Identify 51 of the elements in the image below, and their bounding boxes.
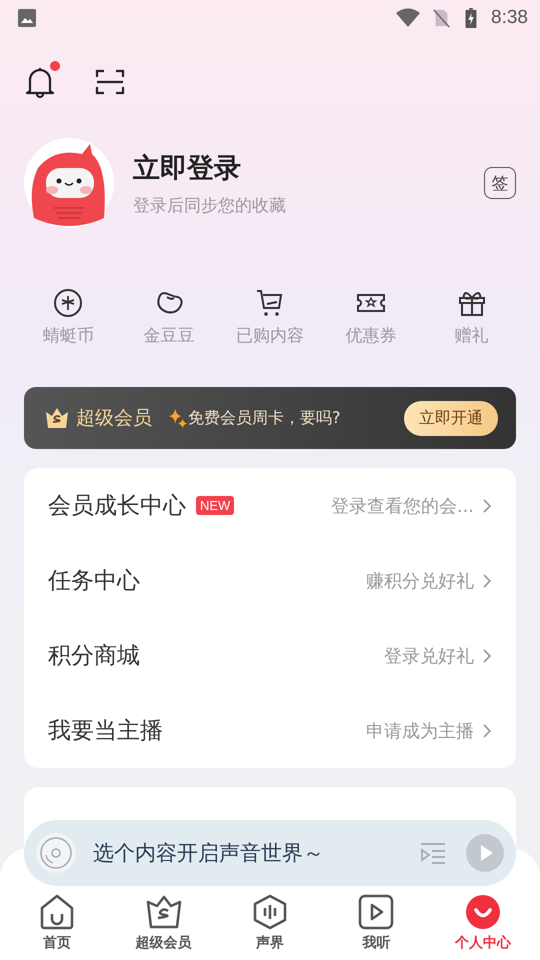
cart-icon[interactable] bbox=[254, 288, 285, 318]
login-title[interactable]: 立即登录 bbox=[133, 150, 484, 186]
crown-icon bbox=[146, 894, 182, 930]
tab[interactable]: 首页 bbox=[7, 894, 108, 952]
menu-hint: 赚积分兑好礼 bbox=[365, 570, 474, 592]
tab-label: 个人中心 bbox=[454, 934, 511, 952]
tab-label: 我听 bbox=[362, 934, 390, 952]
smile-icon bbox=[464, 894, 501, 930]
image-icon bbox=[17, 8, 37, 28]
crown-icon bbox=[44, 406, 70, 430]
bell-icon[interactable] bbox=[24, 65, 56, 99]
vip-banner[interactable]: 超级会员 免费会员周卡，要吗? 立即开通 bbox=[24, 387, 516, 449]
avatar[interactable] bbox=[24, 138, 114, 228]
menu-hint: 登录查看您的会... bbox=[330, 494, 474, 518]
wifi-icon bbox=[395, 8, 422, 28]
menu-item[interactable]: 任务中心 赚积分兑好礼 bbox=[48, 543, 492, 618]
menu-item[interactable]: 我要当主播 申请成为主播 bbox=[48, 693, 492, 768]
tab[interactable]: 个人中心 bbox=[432, 894, 533, 952]
status-time: 8:38 bbox=[491, 7, 528, 29]
play-square-icon bbox=[358, 894, 394, 930]
sign-in-button[interactable]: 签 bbox=[484, 167, 516, 199]
new-badge: NEW bbox=[196, 496, 234, 515]
chevron-right-icon bbox=[482, 648, 492, 664]
home-icon bbox=[39, 894, 76, 930]
open-vip-button[interactable]: 立即开通 bbox=[404, 400, 498, 436]
vip-offer: 免费会员周卡，要吗? bbox=[188, 408, 342, 428]
no-sim-icon bbox=[431, 8, 452, 28]
menu-hint: 申请成为主播 bbox=[365, 720, 474, 742]
chevron-right-icon bbox=[482, 498, 492, 514]
tab-label: 超级会员 bbox=[136, 934, 192, 952]
chevron-right-icon bbox=[482, 722, 492, 738]
tab-label: 声界 bbox=[256, 934, 284, 952]
sparkle-icon bbox=[168, 408, 188, 428]
menu-hint: 登录兑好礼 bbox=[383, 644, 474, 668]
menu-label: 会员成长中心 bbox=[48, 492, 186, 521]
vip-title: 超级会员 bbox=[76, 406, 152, 431]
menu-item[interactable]: 会员成长中心 NEW 登录查看您的会... bbox=[48, 468, 492, 543]
tab[interactable]: 超级会员 bbox=[114, 894, 214, 952]
menu-label: 积分商城 bbox=[48, 642, 140, 671]
tab-label: 首页 bbox=[43, 934, 72, 952]
hexagon-sound-icon bbox=[252, 894, 288, 930]
login-subtitle: 登录后同步您的收藏 bbox=[133, 194, 287, 216]
menu-label: 任务中心 bbox=[48, 567, 140, 596]
dragonfly-coin-icon[interactable] bbox=[53, 288, 84, 318]
tab[interactable]: 我听 bbox=[326, 894, 426, 952]
player-text: 选个内容开启声音世界～ bbox=[93, 840, 325, 867]
menu-label: 我要当主播 bbox=[48, 717, 163, 746]
tab[interactable]: 声界 bbox=[220, 894, 320, 952]
disc-icon bbox=[36, 833, 76, 873]
menu-item[interactable]: 积分商城 登录兑好礼 bbox=[48, 618, 492, 693]
chevron-right-icon bbox=[482, 572, 492, 588]
